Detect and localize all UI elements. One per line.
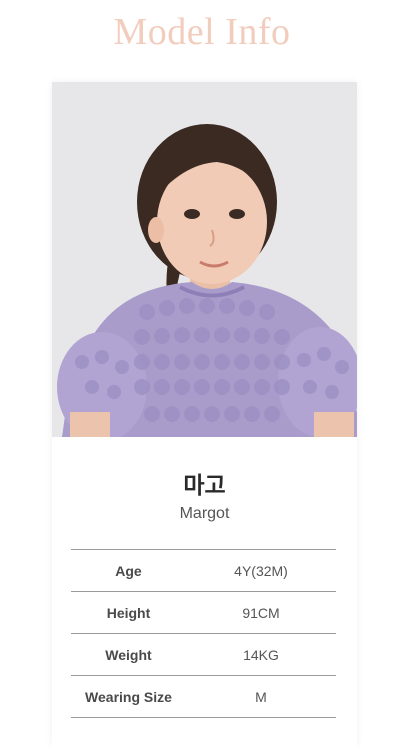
weight-value: 14KG (186, 633, 336, 676)
model-name-korean: 마고 (183, 473, 226, 499)
table-row: Age 4Y(32M) (71, 549, 336, 592)
wearing-size-value: M (186, 675, 336, 718)
model-spec-table: Age 4Y(32M) Height 91CM Weight 14KG Wear… (71, 549, 336, 718)
weight-label: Weight (71, 633, 186, 676)
height-label: Height (71, 591, 186, 634)
model-name-english: Margot (179, 505, 230, 522)
table-row: Weight 14KG (71, 633, 336, 676)
wearing-size-label: Wearing Size (71, 675, 186, 718)
page-title: Model Info (113, 11, 291, 53)
age-label: Age (71, 549, 186, 592)
age-value: 4Y(32M) (186, 549, 336, 592)
model-card: 마고 Margot Age 4Y(32M) Height 91CM Weight… (52, 82, 357, 747)
model-info-page: Model Info 마고 Margot Age 4Y(32M) Height … (0, 0, 404, 747)
table-row: Wearing Size M (71, 675, 336, 718)
table-row: Height 91CM (71, 591, 336, 634)
model-photo (52, 82, 357, 437)
height-value: 91CM (186, 591, 336, 634)
